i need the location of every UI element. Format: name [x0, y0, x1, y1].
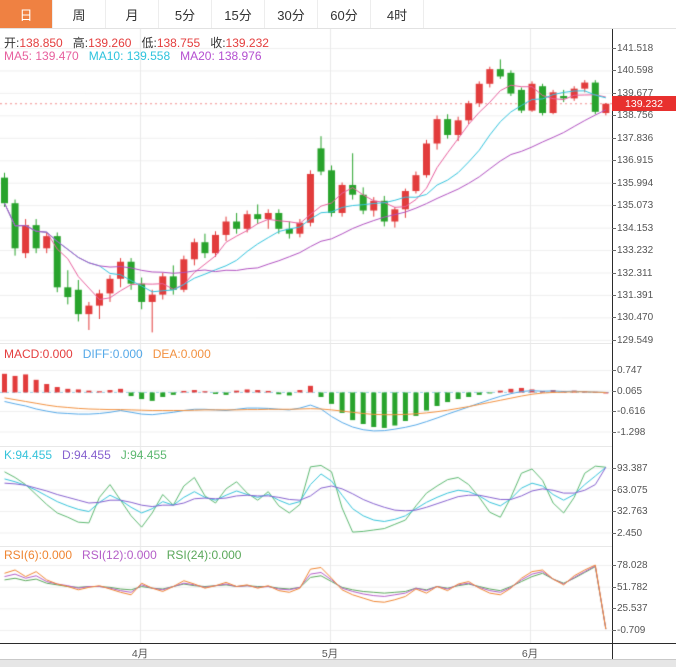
macd-axis-label: -1.298: [617, 427, 645, 438]
main-axis-label: 141.518: [617, 43, 653, 54]
x-axis-label: 6月: [522, 646, 538, 661]
kdj-legend: K:94.455 D:94.455 J:94.455: [4, 448, 177, 462]
main-axis-label: 131.391: [617, 290, 653, 301]
current-price-badge: 139.232: [612, 96, 676, 111]
tab-day[interactable]: 日: [0, 0, 53, 28]
macd-axis-label: -0.616: [617, 406, 645, 417]
tab-15min[interactable]: 15分: [212, 0, 265, 28]
rsi-axis-label: 78.028: [617, 560, 648, 571]
kdj-legend-d: D:94.455: [62, 448, 111, 462]
macd-axis-label: 0.747: [617, 365, 642, 376]
ohlc-low: 低:138.755: [141, 36, 200, 50]
rsi-legend-rsi24: RSI(24):0.000: [167, 548, 242, 562]
macd-legend: MACD:0.000 DIFF:0.000 DEA:0.000: [4, 347, 221, 361]
main-axis-label: 129.549: [617, 335, 653, 346]
tab-5min[interactable]: 5分: [159, 0, 212, 28]
x-axis-label: 4月: [132, 646, 148, 661]
ma-legend-ma20: MA20: 138.976: [180, 49, 261, 63]
ma-legend: MA5: 139.470 MA10: 139.558 MA20: 138.976: [4, 49, 272, 63]
footer-band: [0, 660, 676, 667]
panel-divider: [0, 446, 612, 447]
main-axis-label: 130.470: [617, 312, 653, 323]
main-axis-label: 136.915: [617, 155, 653, 166]
main-axis-label: 133.232: [617, 245, 653, 256]
ma-legend-ma5: MA5: 139.470: [4, 49, 79, 63]
main-candlestick-canvas[interactable]: [0, 29, 612, 343]
tab-30min[interactable]: 30分: [265, 0, 318, 28]
chart-area: 开:138.850 高:139.260 低:138.755 收:139.232 MA5…: [0, 29, 676, 667]
main-axis-label: 135.073: [617, 200, 653, 211]
tab-4hour[interactable]: 4时: [371, 0, 424, 28]
rsi-legend-rsi12: RSI(12):0.000: [82, 548, 157, 562]
tab-bar: 日周月5分15分30分60分4时: [0, 0, 676, 29]
ohlc-high: 高:139.260: [73, 36, 132, 50]
macd-axis-label: 0.065: [617, 386, 642, 397]
kdj-axis-label: 93.387: [617, 463, 648, 474]
tab-week[interactable]: 周: [53, 0, 106, 28]
main-axis-label: 138.756: [617, 110, 653, 121]
rsi-axis-label: 51.782: [617, 582, 648, 593]
panel-divider: [0, 343, 612, 344]
macd-legend-macd: MACD:0.000: [4, 347, 73, 361]
main-axis-label: 134.153: [617, 223, 653, 234]
kdj-axis-label: 32.763: [617, 506, 648, 517]
rsi-legend: RSI(6):0.000 RSI(12):0.000 RSI(24):0.000: [4, 548, 251, 562]
panel-divider: [0, 546, 612, 547]
ohlc-open: 开:138.850: [4, 36, 63, 50]
ohlc-close: 收:139.232: [210, 36, 269, 50]
rsi-axis-label: -0.709: [617, 625, 645, 636]
kdj-axis-label: 2.450: [617, 528, 642, 539]
main-axis-label: 132.311: [617, 268, 652, 279]
kdj-axis-label: 63.075: [617, 485, 648, 496]
rsi-legend-rsi6: RSI(6):0.000: [4, 548, 72, 562]
kdj-legend-k: K:94.455: [4, 448, 52, 462]
ma-legend-ma10: MA10: 139.558: [89, 49, 170, 63]
rsi-axis-label: 25.537: [617, 603, 648, 614]
macd-legend-dea: DEA:0.000: [153, 347, 211, 361]
main-axis-label: 137.836: [617, 133, 653, 144]
tab-60min[interactable]: 60分: [318, 0, 371, 28]
main-axis-label: 135.994: [617, 178, 653, 189]
main-axis-label: 140.598: [617, 65, 653, 76]
macd-legend-diff: DIFF:0.000: [83, 347, 143, 361]
x-axis-label: 5月: [322, 646, 338, 661]
x-axis-line: [0, 643, 676, 644]
kdj-legend-j: J:94.455: [121, 448, 167, 462]
tab-month[interactable]: 月: [106, 0, 159, 28]
